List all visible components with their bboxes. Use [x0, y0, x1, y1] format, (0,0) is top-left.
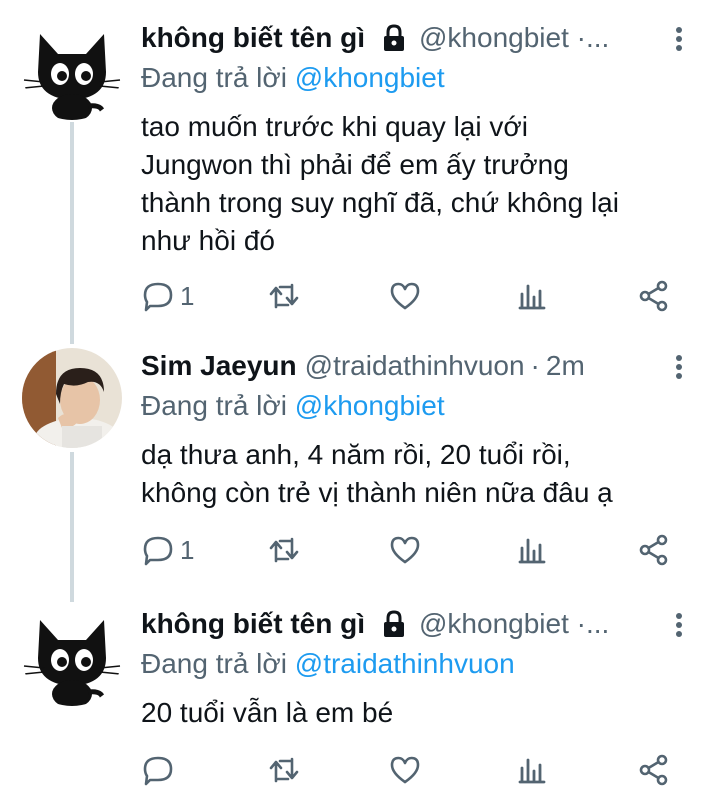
analytics-icon — [518, 538, 546, 564]
tweet-actions: 1 — [0, 276, 720, 316]
tweet-text-line: không còn trẻ vị thành niên nữa đâu ạ — [141, 477, 613, 508]
avatar[interactable] — [22, 606, 122, 706]
tweet-thread: không biết tên gì @khongbiet ·... Đang t… — [0, 0, 720, 801]
tweet[interactable]: Sim Jaeyun @traidathinhvuon · 2m Đang tr… — [0, 346, 720, 582]
handle[interactable]: @khongbiet ·... — [419, 18, 609, 58]
lock-icon — [379, 609, 409, 639]
more-icon[interactable] — [666, 352, 692, 382]
analytics-button[interactable] — [516, 276, 548, 316]
like-icon — [390, 282, 420, 310]
lock-icon — [379, 23, 409, 53]
reply-button[interactable]: 1 — [142, 530, 194, 570]
replying-to: Đang trả lời @khongbiet — [141, 386, 445, 426]
reply-prefix: Đang trả lời — [141, 390, 295, 421]
reply-icon — [143, 536, 173, 566]
like-icon — [390, 536, 420, 564]
retweet-button[interactable] — [268, 530, 300, 570]
reply-count: 1 — [180, 280, 195, 311]
like-icon — [390, 756, 420, 784]
reply-icon — [143, 756, 173, 786]
reply-button[interactable] — [142, 750, 174, 790]
avatar[interactable] — [22, 348, 122, 448]
share-icon — [639, 534, 668, 566]
tweet-text-line: tao muốn trước khi quay lại với — [141, 111, 528, 142]
tweet-header: không biết tên gì @khongbiet ·... — [141, 604, 664, 644]
share-button[interactable] — [638, 750, 670, 790]
tweet-header: Sim Jaeyun @traidathinhvuon · 2m — [141, 346, 664, 386]
tweet-text: tao muốn trước khi quay lại với Jungwon … — [141, 108, 700, 260]
reply-prefix: Đang trả lời — [141, 648, 295, 679]
reply-mention[interactable]: @traidathinhvuon — [295, 648, 515, 679]
reply-mention[interactable]: @khongbiet — [295, 62, 445, 93]
reply-mention[interactable]: @khongbiet — [295, 390, 445, 421]
share-button[interactable] — [638, 530, 670, 570]
tweet-text: dạ thưa anh, 4 năm rồi, 20 tuổi rồi, khô… — [141, 436, 700, 512]
display-name[interactable]: không biết tên gì — [141, 604, 365, 644]
more-icon[interactable] — [666, 24, 692, 54]
tweet[interactable]: không biết tên gì @khongbiet ·... Đang t… — [0, 18, 720, 312]
reply-button[interactable]: 1 — [142, 276, 194, 316]
avatar[interactable] — [22, 20, 122, 120]
like-button[interactable] — [389, 276, 421, 316]
handle[interactable]: @khongbiet ·... — [419, 604, 609, 644]
tweet-text-line: 20 tuổi vẫn là em bé — [141, 697, 394, 728]
share-icon — [639, 280, 668, 312]
tweet-text-line: dạ thưa anh, 4 năm rồi, 20 tuổi rồi, — [141, 439, 571, 470]
analytics-icon — [518, 758, 546, 784]
display-name[interactable]: không biết tên gì — [141, 18, 365, 58]
share-button[interactable] — [638, 276, 670, 316]
tweet-text-line: thành trong suy nghĩ đã, chứ không lại — [141, 187, 619, 218]
tweet-header: không biết tên gì @khongbiet ·... — [141, 18, 664, 58]
replying-to: Đang trả lời @khongbiet — [141, 58, 445, 98]
tweet-actions: 1 — [0, 530, 720, 570]
person-photo-avatar-icon — [22, 348, 122, 448]
tweet-text: 20 tuổi vẫn là em bé — [141, 694, 700, 732]
handle[interactable]: @traidathinhvuon — [305, 346, 525, 386]
display-name[interactable]: Sim Jaeyun — [141, 346, 297, 386]
retweet-button[interactable] — [268, 750, 300, 790]
separator: · — [530, 350, 540, 381]
retweet-icon — [269, 757, 299, 783]
share-icon — [639, 754, 668, 786]
timestamp[interactable]: 2m — [546, 346, 585, 386]
tweet-actions — [0, 750, 720, 790]
retweet-button[interactable] — [268, 276, 300, 316]
tweet-text-line: Jungwon thì phải để em ấy trưởng — [141, 149, 569, 180]
tweet-text-line: như hồi đó — [141, 225, 275, 256]
retweet-icon — [269, 283, 299, 309]
reply-count: 1 — [180, 534, 195, 565]
like-button[interactable] — [389, 530, 421, 570]
black-cat-avatar-icon — [22, 20, 122, 120]
reply-prefix: Đang trả lời — [141, 62, 295, 93]
like-button[interactable] — [389, 750, 421, 790]
analytics-icon — [518, 284, 546, 310]
replying-to: Đang trả lời @traidathinhvuon — [141, 644, 515, 684]
retweet-icon — [269, 537, 299, 563]
more-icon[interactable] — [666, 610, 692, 640]
black-cat-avatar-icon — [22, 606, 122, 706]
analytics-button[interactable] — [516, 750, 548, 790]
analytics-button[interactable] — [516, 530, 548, 570]
reply-icon — [143, 282, 173, 312]
tweet[interactable]: không biết tên gì @khongbiet ·... Đang t… — [0, 604, 720, 794]
